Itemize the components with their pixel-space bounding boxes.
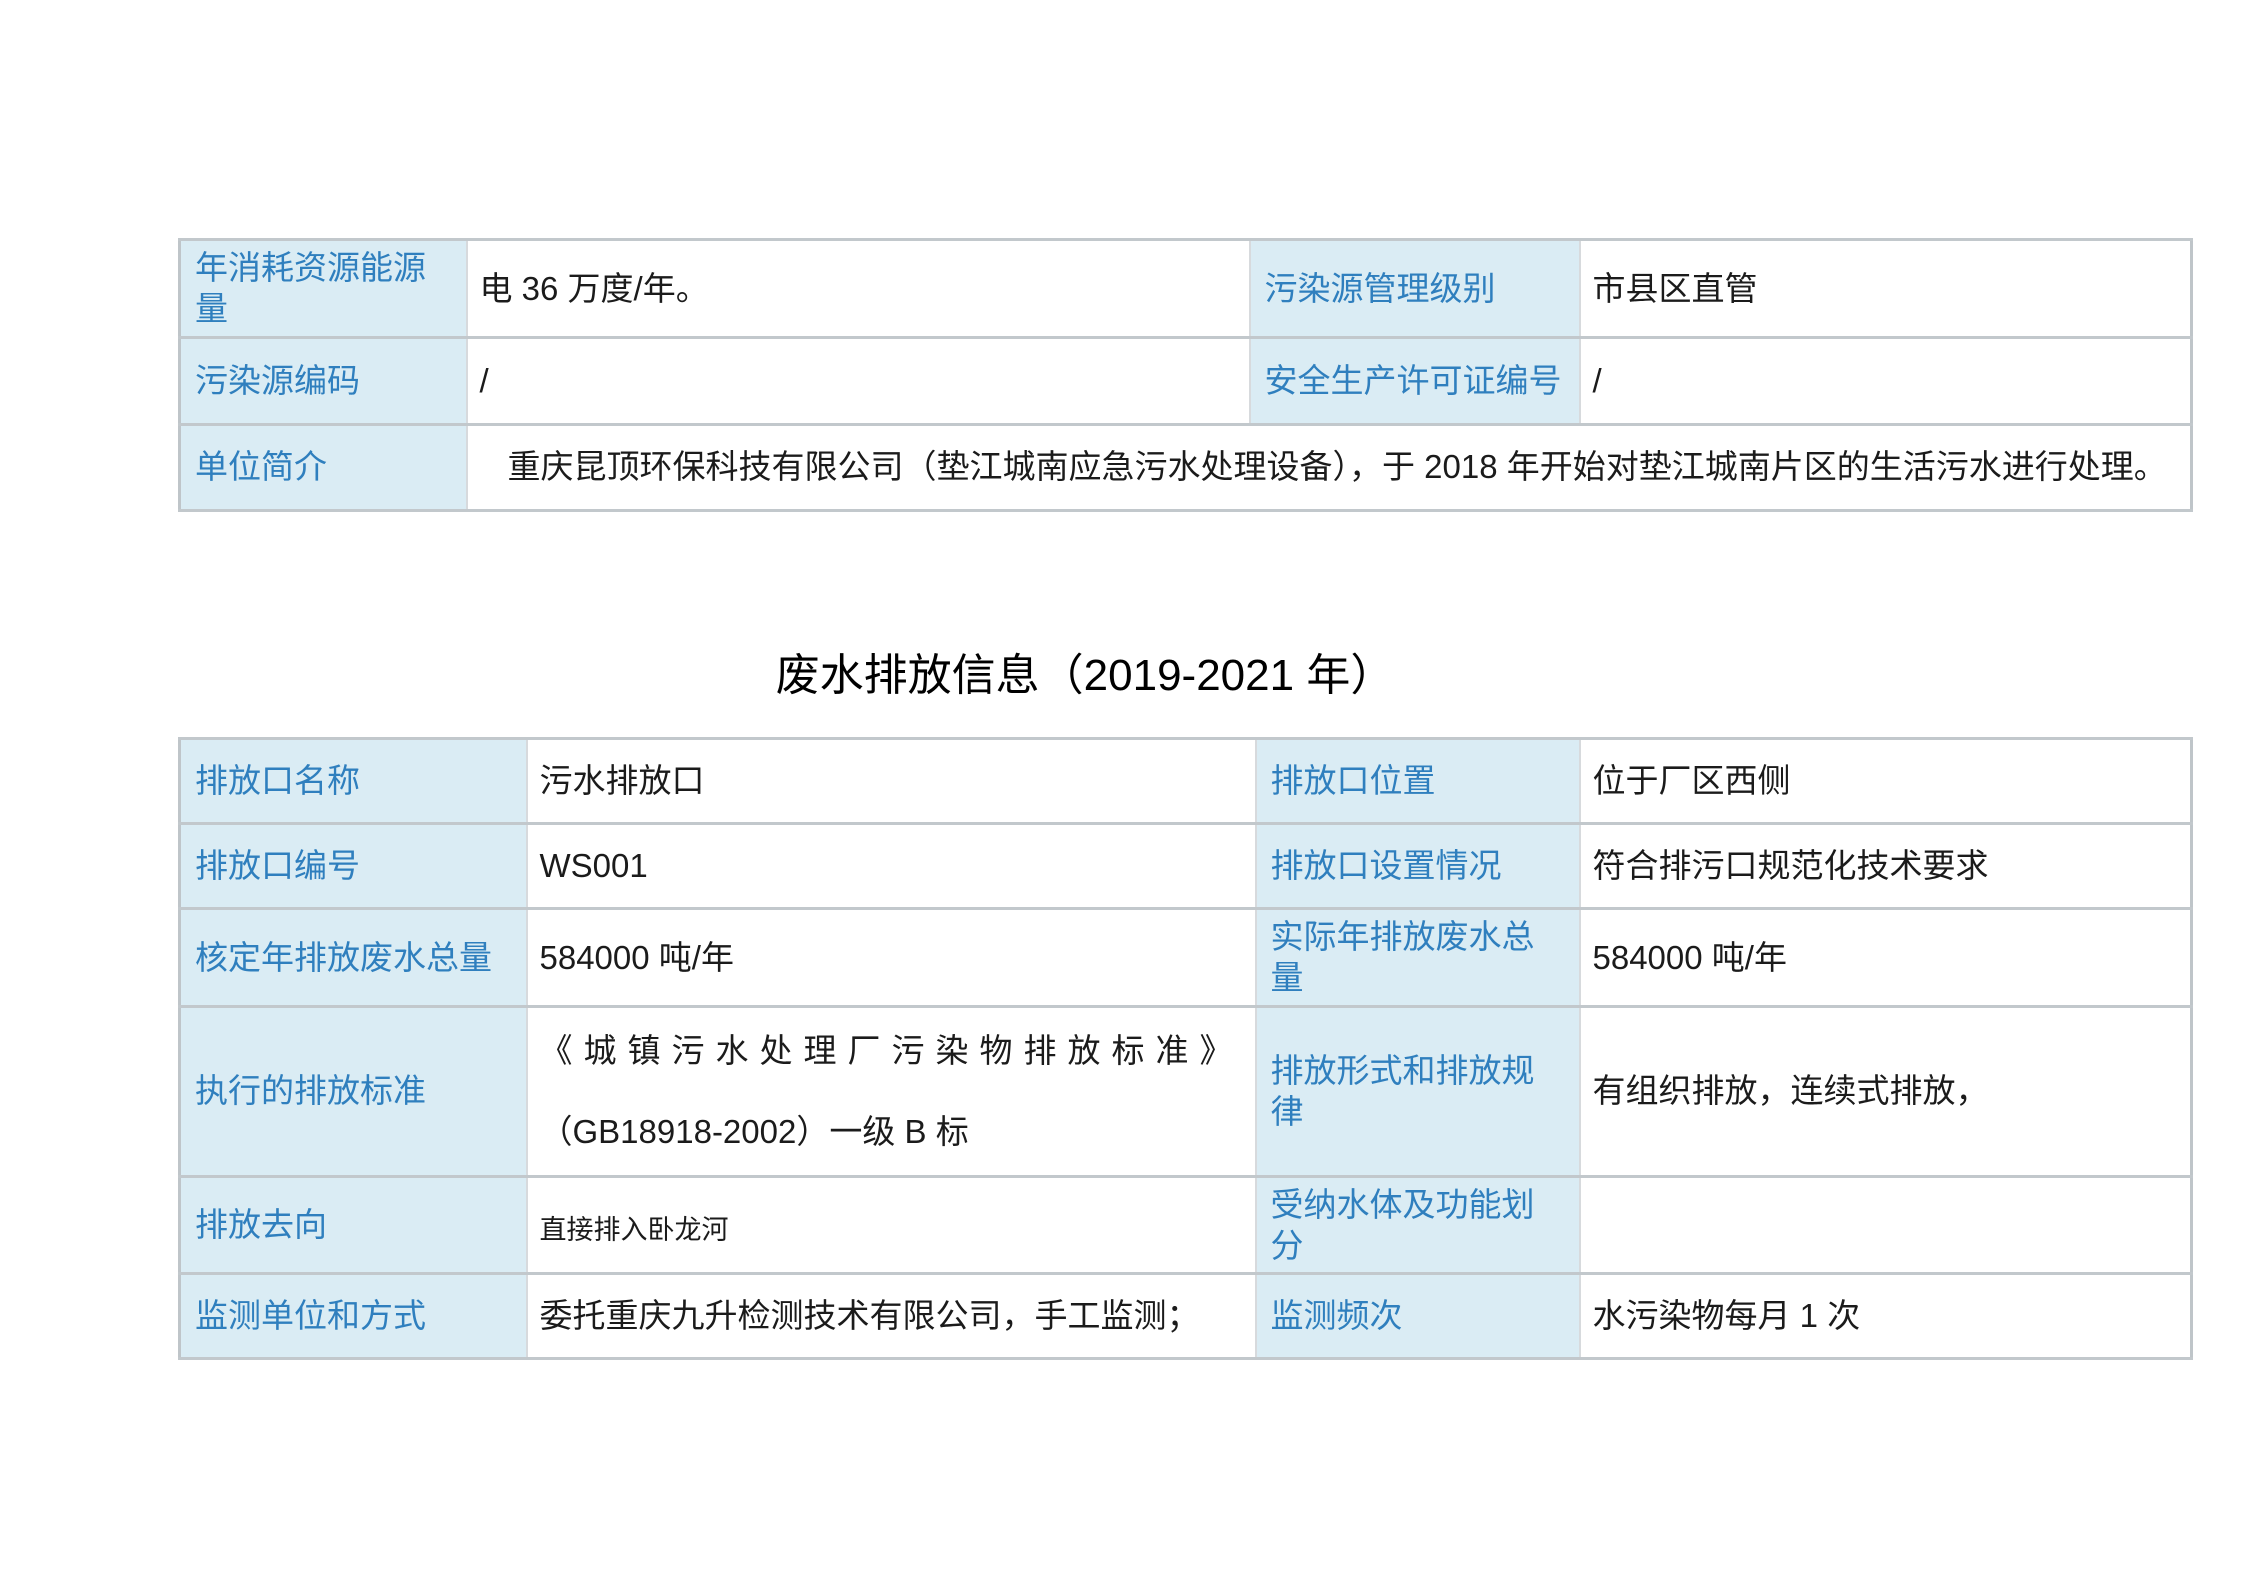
label-actual-annual-wastewater-total: 实际年排放废水总量 bbox=[1256, 909, 1580, 1007]
label-emission-mode-and-pattern: 排放形式和排放规律 bbox=[1256, 1006, 1580, 1176]
label-monitoring-frequency: 监测频次 bbox=[1256, 1274, 1580, 1359]
value-approved-annual-wastewater-total: 584000 吨/年 bbox=[527, 909, 1256, 1007]
value-monitoring-frequency: 水污染物每月 1 次 bbox=[1580, 1274, 2192, 1359]
value-pollution-source-management-level: 市县区直管 bbox=[1580, 240, 2192, 338]
label-approved-annual-wastewater-total: 核定年排放废水总量 bbox=[180, 909, 527, 1007]
table-row: 单位简介 重庆昆顶环保科技有限公司（垫江城南应急污水处理设备），于 2018 年… bbox=[180, 424, 2192, 510]
value-outlet-number: WS001 bbox=[527, 824, 1256, 909]
label-outlet-name: 排放口名称 bbox=[180, 739, 527, 824]
table-row: 执行的排放标准 《城镇污水处理厂污染物排放标准》 （GB18918-2002）一… bbox=[180, 1006, 2192, 1176]
value-outlet-name: 污水排放口 bbox=[527, 739, 1256, 824]
table-row: 年消耗资源能源量 电 36 万度/年。 污染源管理级别 市县区直管 bbox=[180, 240, 2192, 338]
value-discharge-destination: 直接排入卧龙河 bbox=[527, 1176, 1256, 1274]
label-pollution-source-code: 污染源编码 bbox=[180, 337, 467, 424]
value-annual-energy-consumption: 电 36 万度/年。 bbox=[467, 240, 1250, 338]
label-outlet-location: 排放口位置 bbox=[1256, 739, 1580, 824]
value-actual-annual-wastewater-total: 584000 吨/年 bbox=[1580, 909, 2192, 1007]
label-emission-standard: 执行的排放标准 bbox=[180, 1006, 527, 1176]
table-row: 监测单位和方式 委托重庆九升检测技术有限公司，手工监测； 监测频次 水污染物每月… bbox=[180, 1274, 2192, 1359]
label-outlet-number: 排放口编号 bbox=[180, 824, 527, 909]
value-receiving-water-body-function bbox=[1580, 1176, 2192, 1274]
value-emission-mode-and-pattern: 有组织排放，连续式排放， bbox=[1580, 1006, 2192, 1176]
value-company-profile: 重庆昆顶环保科技有限公司（垫江城南应急污水处理设备），于 2018 年开始对垫江… bbox=[467, 424, 2192, 510]
label-outlet-setup-status: 排放口设置情况 bbox=[1256, 824, 1580, 909]
label-monitoring-unit-and-method: 监测单位和方式 bbox=[180, 1274, 527, 1359]
company-info-table: 年消耗资源能源量 电 36 万度/年。 污染源管理级别 市县区直管 污染源编码 … bbox=[178, 238, 2193, 512]
value-monitoring-unit-and-method: 委托重庆九升检测技术有限公司，手工监测； bbox=[527, 1274, 1256, 1359]
table-row: 核定年排放废水总量 584000 吨/年 实际年排放废水总量 584000 吨/… bbox=[180, 909, 2192, 1007]
table-row: 排放口编号 WS001 排放口设置情况 符合排污口规范化技术要求 bbox=[180, 824, 2192, 909]
emission-standard-line2: （GB18918-2002）一级 B 标 bbox=[540, 1111, 1243, 1152]
value-safety-production-license-number: / bbox=[1580, 337, 2192, 424]
value-emission-standard: 《城镇污水处理厂污染物排放标准》 （GB18918-2002）一级 B 标 bbox=[527, 1006, 1256, 1176]
value-outlet-setup-status: 符合排污口规范化技术要求 bbox=[1580, 824, 2192, 909]
label-company-profile: 单位简介 bbox=[180, 424, 467, 510]
section-title-wastewater-discharge-info: 废水排放信息（2019-2021 年） bbox=[178, 650, 1992, 703]
value-pollution-source-code: / bbox=[467, 337, 1250, 424]
table-row: 污染源编码 / 安全生产许可证编号 / bbox=[180, 337, 2192, 424]
table-row: 排放去向 直接排入卧龙河 受纳水体及功能划分 bbox=[180, 1176, 2192, 1274]
wastewater-discharge-table: 排放口名称 污水排放口 排放口位置 位于厂区西侧 排放口编号 WS001 排放口… bbox=[178, 737, 2193, 1360]
value-outlet-location: 位于厂区西侧 bbox=[1580, 739, 2192, 824]
label-receiving-water-body-function: 受纳水体及功能划分 bbox=[1256, 1176, 1580, 1274]
label-pollution-source-management-level: 污染源管理级别 bbox=[1250, 240, 1580, 338]
emission-standard-line1: 《城镇污水处理厂污染物排放标准》 bbox=[540, 1030, 1243, 1071]
label-annual-energy-consumption: 年消耗资源能源量 bbox=[180, 240, 467, 338]
label-discharge-destination: 排放去向 bbox=[180, 1176, 527, 1274]
label-safety-production-license-number: 安全生产许可证编号 bbox=[1250, 337, 1580, 424]
table-row: 排放口名称 污水排放口 排放口位置 位于厂区西侧 bbox=[180, 739, 2192, 824]
